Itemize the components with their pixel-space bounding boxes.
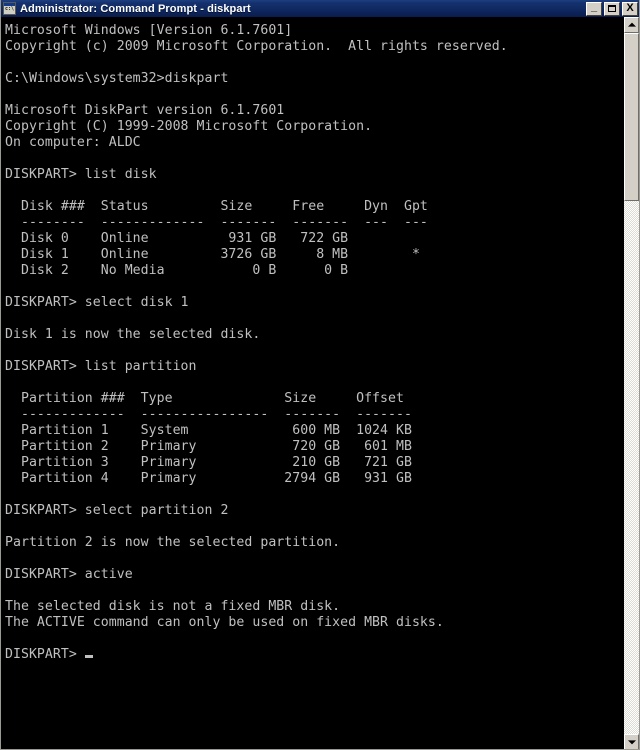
scrollbar-thumb[interactable] <box>624 33 639 201</box>
console-icon: c:\ <box>3 2 16 15</box>
window-title: Administrator: Command Prompt - diskpart <box>20 2 251 15</box>
maximize-icon <box>605 3 619 15</box>
chevron-up-icon <box>627 22 636 27</box>
chevron-down-icon <box>627 740 636 745</box>
minimize-icon: _ <box>590 0 598 13</box>
console-output-area[interactable]: Microsoft Windows [Version 6.1.7601] Cop… <box>1 17 625 749</box>
text-cursor <box>84 655 93 658</box>
close-button[interactable]: X <box>622 1 638 16</box>
window-controls: _ X <box>586 0 639 16</box>
maximize-button[interactable] <box>604 1 620 16</box>
scroll-down-button[interactable] <box>624 734 639 749</box>
minimize-button[interactable]: _ <box>586 0 602 16</box>
close-icon: X <box>626 2 634 14</box>
console-icon-glyph: c:\ <box>4 6 15 12</box>
vertical-scrollbar[interactable] <box>623 17 639 749</box>
window-titlebar[interactable]: c:\ Administrator: Command Prompt - disk… <box>1 0 639 17</box>
console-text: Microsoft Windows [Version 6.1.7601] Cop… <box>5 23 508 662</box>
scroll-up-button[interactable] <box>624 17 639 33</box>
command-prompt-window: c:\ Administrator: Command Prompt - disk… <box>0 0 640 750</box>
